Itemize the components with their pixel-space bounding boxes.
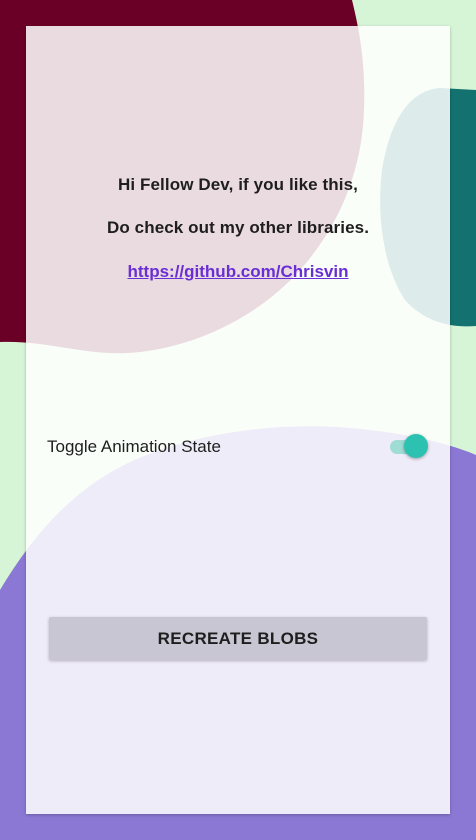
info-text-line-1: Hi Fellow Dev, if you like this, xyxy=(118,175,358,194)
content-card: Hi Fellow Dev, if you like this, Do chec… xyxy=(26,26,450,814)
info-text-line-2: Do check out my other libraries. xyxy=(106,218,370,237)
github-link[interactable]: https://github.com/Chrisvin xyxy=(26,262,450,282)
animation-toggle-switch[interactable] xyxy=(388,433,428,461)
recreate-blobs-button[interactable]: RECREATE BLOBS xyxy=(49,617,427,660)
app-screen: Hi Fellow Dev, if you like this, Do chec… xyxy=(0,0,476,840)
switch-thumb xyxy=(404,434,428,458)
animation-toggle-row: Toggle Animation State xyxy=(47,429,428,465)
toggle-label: Toggle Animation State xyxy=(47,437,221,456)
